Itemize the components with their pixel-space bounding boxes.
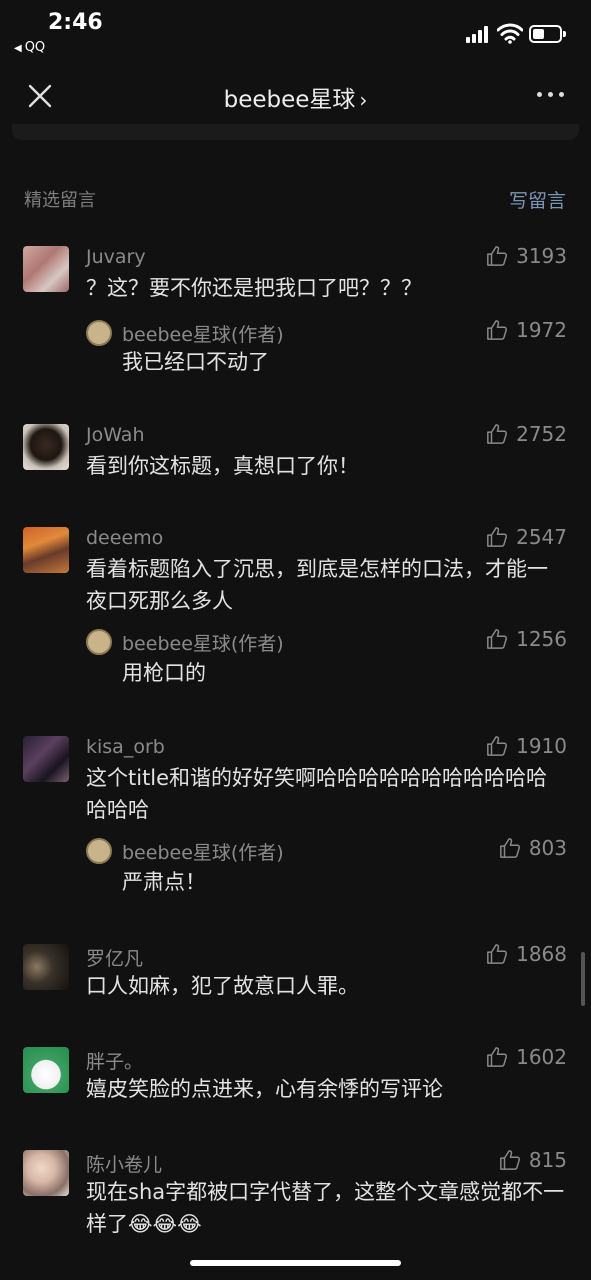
comment-text: 口人如麻，犯了故意口人罪。 [86, 974, 359, 998]
comment-author[interactable]: 罗亿凡 [86, 944, 143, 971]
chevron-right-icon: › [359, 88, 368, 112]
like-count: 1602 [516, 1045, 567, 1069]
like-button[interactable]: 2752 [486, 422, 567, 446]
reply-author: beebee星球(作者) [122, 842, 284, 864]
back-triangle-icon: ◀ [14, 43, 22, 54]
reply-like-button[interactable]: 803 [499, 836, 567, 860]
thumbs-up-icon [487, 527, 508, 547]
like-count: 1868 [516, 942, 567, 966]
comment-author[interactable]: 胖子。 [86, 1047, 143, 1074]
like-count: 2547 [516, 525, 567, 549]
back-to-app-button[interactable]: ◀ QQ [14, 40, 45, 55]
home-indicator[interactable] [190, 1260, 401, 1266]
back-app-label: QQ [24, 40, 46, 55]
thumbs-up-icon [487, 629, 508, 649]
thumbs-up-icon [487, 736, 508, 756]
comments-section-header: 精选留言 写留言 [0, 186, 591, 212]
comment-text: ？这？要不你还是把我口了吧？？？ [86, 276, 422, 300]
section-title: 精选留言 [24, 190, 96, 211]
reply-author: beebee星球(作者) [122, 324, 284, 346]
comment-text: 看到你这标题，真想口了你！ [86, 454, 359, 478]
avatar[interactable] [23, 527, 69, 573]
reply-author: beebee星球(作者) [122, 633, 284, 655]
status-bar: 2:46 ◀ QQ [0, 0, 591, 62]
comment-author[interactable]: kisa_orb [86, 736, 165, 758]
more-icon[interactable] [537, 92, 565, 100]
status-time: 2:46 [48, 10, 103, 35]
thumbs-up-icon [487, 944, 508, 964]
like-count: 1910 [516, 734, 567, 758]
author-avatar [86, 320, 112, 346]
reply-text: 严肃点！ [122, 870, 206, 894]
thumbs-up-icon [499, 838, 520, 858]
battery-icon [529, 25, 566, 43]
thumbs-up-icon [487, 320, 508, 340]
like-count: 803 [528, 836, 567, 860]
thumbs-up-icon [487, 424, 508, 444]
like-button[interactable]: 2547 [486, 525, 567, 549]
like-count: 815 [528, 1148, 567, 1172]
like-button[interactable]: 1910 [486, 734, 567, 758]
account-title-link[interactable]: beebee星球 › [0, 80, 591, 114]
reply-like-button[interactable]: 1972 [486, 318, 567, 342]
comment-author[interactable]: deeemo [86, 527, 163, 549]
comment-text: 现在sha字都被口字代替了，这整个文章感觉都不一样了😂😂😂 [86, 1180, 565, 1236]
write-comment-button[interactable]: 写留言 [509, 186, 566, 213]
avatar[interactable] [23, 944, 69, 990]
thumbs-up-icon [499, 1150, 520, 1170]
avatar[interactable] [23, 246, 69, 292]
avatar[interactable] [23, 1047, 69, 1093]
article-card-edge [12, 124, 579, 140]
comment-author[interactable]: Juvary [86, 246, 146, 268]
comment-author[interactable]: JoWah [86, 424, 144, 446]
comment-text: 嬉皮笑脸的点进来，心有余悸的写评论 [86, 1077, 443, 1101]
scrollbar[interactable] [581, 952, 585, 1006]
like-count: 1256 [516, 627, 567, 651]
wifi-icon [497, 23, 523, 44]
like-button[interactable]: 815 [499, 1148, 567, 1172]
account-title: beebee星球 [223, 87, 356, 113]
avatar[interactable] [23, 736, 69, 782]
like-button[interactable]: 1868 [486, 942, 567, 966]
thumbs-up-icon [487, 1047, 508, 1067]
comment-text: 看着标题陷入了沉思，到底是怎样的口法，才能一夜口死那么多人 [86, 557, 548, 613]
like-count: 1972 [516, 318, 567, 342]
thumbs-up-icon [487, 246, 508, 266]
author-avatar [86, 629, 112, 655]
reply-like-button[interactable]: 1256 [486, 627, 567, 651]
like-count: 2752 [516, 422, 567, 446]
comment-author[interactable]: 陈小卷儿 [86, 1150, 162, 1177]
avatar[interactable] [23, 1150, 69, 1196]
comment-text: 这个title和谐的好好笑啊哈哈哈哈哈哈哈哈哈哈哈哈哈哈 [86, 766, 548, 822]
reply-text: 我已经口不动了 [122, 350, 269, 374]
avatar[interactable] [23, 424, 69, 470]
author-avatar [86, 838, 112, 864]
reply-text: 用枪口的 [122, 661, 206, 685]
signal-icon [466, 26, 488, 43]
like-count: 3193 [516, 244, 567, 268]
like-button[interactable]: 1602 [486, 1045, 567, 1069]
like-button[interactable]: 3193 [486, 244, 567, 268]
nav-bar: beebee星球 › [0, 62, 591, 126]
